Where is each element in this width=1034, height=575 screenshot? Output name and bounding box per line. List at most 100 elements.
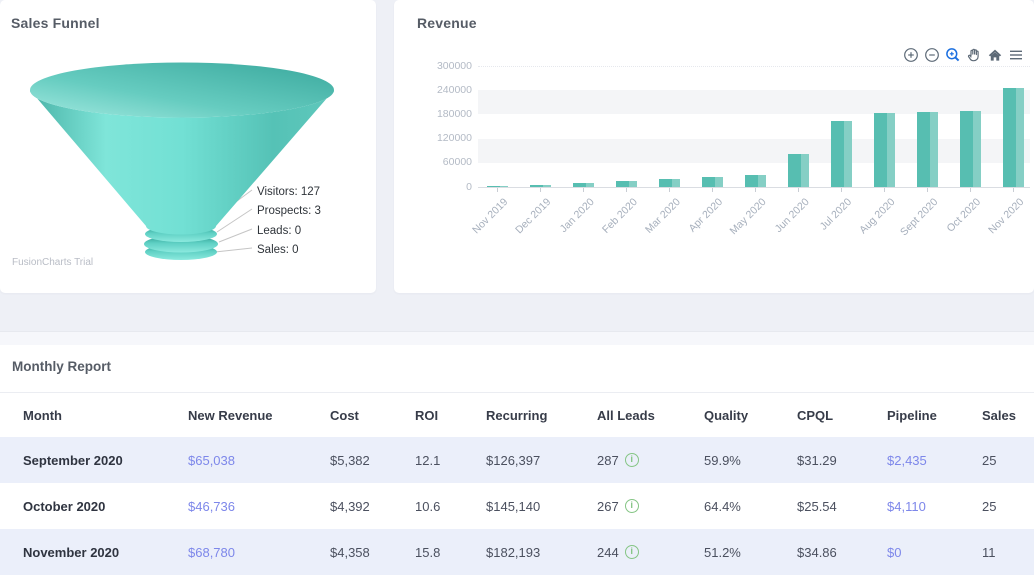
info-icon[interactable]: i xyxy=(624,499,639,513)
gridline-top xyxy=(478,66,1030,67)
cell-pipeline[interactable]: $0 xyxy=(887,545,982,560)
x-axis-tick-label: Mar 2020 xyxy=(642,196,683,236)
column-header-month: Month xyxy=(23,407,62,423)
x-axis-tick-label: Jun 2020 xyxy=(772,196,812,236)
column-header-pipeline: Pipeline xyxy=(887,407,937,423)
revenue-bar[interactable] xyxy=(873,112,895,187)
cell-roi: 10.6 xyxy=(415,498,441,514)
y-axis-tick-label: 180000 xyxy=(436,107,472,120)
cell-cpql: $34.86 xyxy=(797,544,837,560)
cell-quality: 64.4% xyxy=(704,498,741,514)
cell-quality: 51.2% xyxy=(704,544,741,560)
x-axis-tick-label: Jul 2020 xyxy=(817,196,855,233)
fusioncharts-watermark[interactable]: FusionCharts Trial xyxy=(12,257,93,268)
funnel-top-face[interactable] xyxy=(30,62,334,118)
revenue-bar[interactable] xyxy=(615,180,637,187)
revenue-chart[interactable]: 0 60000 120000 180000 240000 300000 Nov 2019 De… xyxy=(394,0,1034,293)
monthly-report-title: Monthly Report xyxy=(12,359,111,374)
x-axis-tick-label: Dec 2019 xyxy=(513,196,554,237)
funnel-label-leads: Leads: 0 xyxy=(257,225,302,237)
table-row: October 2020 $46,736 $4,392 10.6 $145,140 267… xyxy=(0,483,1034,529)
revenue-bar[interactable] xyxy=(744,174,766,187)
cell-all_leads: 287 i xyxy=(597,453,704,468)
y-axis-tick-label: 300000 xyxy=(436,59,472,72)
x-axis-tick xyxy=(884,188,885,192)
cell-new_revenue[interactable]: $68,780 xyxy=(188,545,330,560)
revenue-card: Revenue 0 60000 120000 180000 240000 300… xyxy=(394,0,1034,293)
table-row: November 2020 $68,780 $4,358 15.8 $182,193 24… xyxy=(0,529,1034,575)
cell-roi: 12.1 xyxy=(415,452,441,468)
revenue-bar[interactable] xyxy=(486,185,508,187)
cell-cost: $4,392 xyxy=(330,498,370,514)
cell-recurring: $126,397 xyxy=(486,452,541,468)
revenue-bar[interactable] xyxy=(916,111,938,187)
y-axis-tick-label: 0 xyxy=(466,180,472,193)
x-axis-tick-label: Aug 2020 xyxy=(857,196,898,237)
cell-cost: $5,382 xyxy=(330,452,370,468)
cell-quality: 59.9% xyxy=(704,452,741,468)
all-leads-value: 267 xyxy=(597,498,619,514)
grid-band xyxy=(478,90,1030,115)
x-axis-line xyxy=(478,187,1030,188)
cell-roi: 15.8 xyxy=(415,544,441,560)
x-axis-tick xyxy=(497,188,498,192)
x-axis-tick xyxy=(755,188,756,192)
x-axis-tick xyxy=(583,188,584,192)
cell-cpql: $25.54 xyxy=(797,498,837,514)
cell-pipeline[interactable]: $4,110 xyxy=(887,499,982,514)
x-axis-tick xyxy=(1013,188,1014,192)
table-header-row: Month New Revenue Cost ROI Recurring All Lead… xyxy=(0,392,1034,437)
column-header-cost: Cost xyxy=(330,407,359,423)
x-axis-tick-label: Feb 2020 xyxy=(599,196,640,236)
cell-month: November 2020 xyxy=(23,544,120,560)
column-header-new_revenue: New Revenue xyxy=(188,407,273,423)
x-axis-tick xyxy=(540,188,541,192)
monthly-report-table: Month New Revenue Cost ROI Recurring All Lead… xyxy=(0,392,1034,575)
funnel-label-prospects: Prospects: 3 xyxy=(257,205,321,217)
revenue-bar[interactable] xyxy=(1002,87,1024,187)
revenue-bar[interactable] xyxy=(959,111,981,187)
sales-funnel-card: Sales Funnel Visitors: 127 Prospects: 3 … xyxy=(0,0,376,293)
cell-pipeline[interactable]: $2,435 xyxy=(887,453,982,468)
cell-cpql: $31.29 xyxy=(797,452,837,468)
column-header-all_leads: All Leads xyxy=(597,407,655,423)
section-divider xyxy=(0,331,1034,345)
cell-new_revenue[interactable]: $46,736 xyxy=(188,499,330,514)
grid-band xyxy=(478,138,1030,163)
y-axis-tick-label: 60000 xyxy=(442,156,472,169)
revenue-bar[interactable] xyxy=(529,184,551,187)
cell-cost: $4,358 xyxy=(330,544,370,560)
cell-recurring: $182,193 xyxy=(486,544,541,560)
table-row: September 2020 $65,038 $5,382 12.1 $126,397 2… xyxy=(0,437,1034,483)
cell-all_leads: 244 i xyxy=(597,545,704,560)
cell-new_revenue[interactable]: $65,038 xyxy=(188,453,330,468)
x-axis-tick-label: May 2020 xyxy=(727,196,769,238)
column-header-quality: Quality xyxy=(704,407,749,423)
y-axis-tick-label: 120000 xyxy=(436,132,472,145)
x-axis-tick-label: Nov 2019 xyxy=(470,196,511,237)
x-axis-tick xyxy=(712,188,713,192)
funnel-label-visitors: Visitors: 127 xyxy=(257,186,321,198)
sales-funnel-chart[interactable] xyxy=(0,0,376,293)
cell-recurring: $145,140 xyxy=(486,498,541,514)
revenue-bar[interactable] xyxy=(658,178,680,187)
info-icon[interactable]: i xyxy=(624,453,639,467)
revenue-bar[interactable] xyxy=(787,153,809,187)
x-axis-tick-label: Sept 2020 xyxy=(898,196,941,239)
cell-sales: 11 xyxy=(982,544,996,560)
x-axis-tick xyxy=(927,188,928,192)
x-axis-tick-label: Oct 2020 xyxy=(944,196,984,235)
x-axis-tick-label: Jan 2020 xyxy=(557,196,597,236)
column-header-roi: ROI xyxy=(415,407,439,423)
monthly-report-section: Monthly Report Month New Revenue Cost ROI Re… xyxy=(0,345,1034,575)
x-axis-tick-label: Nov 2020 xyxy=(986,196,1027,237)
revenue-bar[interactable] xyxy=(572,183,594,187)
all-leads-value: 244 xyxy=(597,544,619,560)
dashboard-page: Sales Funnel Visitors: 127 Prospects: 3 … xyxy=(0,0,1034,575)
revenue-bar[interactable] xyxy=(701,177,723,187)
column-header-recurring: Recurring xyxy=(486,407,548,423)
cell-sales: 25 xyxy=(982,452,997,468)
info-icon[interactable]: i xyxy=(624,545,639,559)
cell-month: October 2020 xyxy=(23,498,106,514)
revenue-bar[interactable] xyxy=(830,121,852,187)
